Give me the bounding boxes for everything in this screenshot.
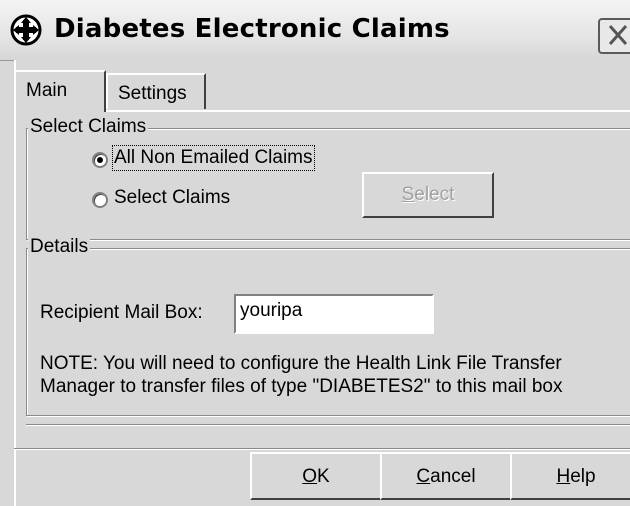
radio-all-non-emailed[interactable] <box>92 152 108 168</box>
select-button[interactable]: Select <box>362 172 494 218</box>
help-button[interactable]: Help <box>510 452 630 500</box>
tab-main[interactable]: Main <box>14 70 106 112</box>
tab-settings-label: Settings <box>118 83 187 104</box>
details-legend: Details <box>28 236 91 258</box>
ok-button[interactable]: OK <box>250 452 382 500</box>
window-title: Diabetes Electronic Claims <box>54 14 450 44</box>
recipient-mailbox-label: Recipient Mail Box: <box>40 302 203 323</box>
close-button[interactable] <box>598 18 630 54</box>
details-divider <box>26 424 630 426</box>
radio-select-claims[interactable] <box>92 192 108 208</box>
tab-settings[interactable]: Settings <box>106 73 206 109</box>
dialog-window: Diabetes Electronic Claims Main Settings… <box>0 0 630 506</box>
title-bar[interactable]: Diabetes Electronic Claims <box>0 0 630 61</box>
close-icon <box>608 25 628 45</box>
note-line-2: Manager to transfer files of type "DIABE… <box>40 376 563 397</box>
recipient-mailbox-input[interactable]: youripa <box>234 294 434 334</box>
move-cross-icon <box>10 14 42 46</box>
select-claims-legend: Select Claims <box>28 116 149 138</box>
note-line-1: NOTE: You will need to configure the Hea… <box>40 353 562 374</box>
tab-main-label: Main <box>26 80 68 101</box>
radio-all-non-emailed-label[interactable]: All Non Emailed Claims <box>112 145 315 171</box>
radio-select-claims-label[interactable]: Select Claims <box>114 187 230 209</box>
select-claims-group <box>26 128 630 240</box>
cancel-button[interactable]: Cancel <box>380 452 512 500</box>
tab-page-main: Select Claims All Non Emailed Claims Sel… <box>14 110 630 430</box>
